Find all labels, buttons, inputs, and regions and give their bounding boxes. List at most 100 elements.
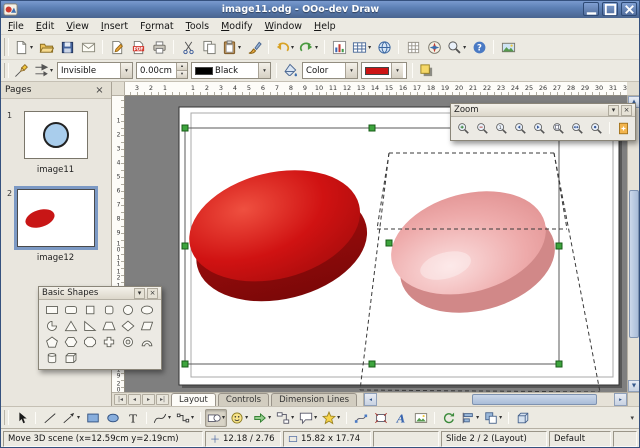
hyperlink-button[interactable]: [374, 37, 394, 57]
toolbar-grip[interactable]: [4, 410, 9, 425]
shadow-button[interactable]: [417, 62, 436, 80]
chevron-down-icon[interactable]: ▾: [258, 63, 270, 78]
tab-layout[interactable]: Layout: [171, 393, 216, 406]
menu-modify[interactable]: Modify: [215, 20, 259, 33]
zoom-page-button[interactable]: [549, 119, 567, 137]
arrow-style-button[interactable]: ▾: [32, 62, 55, 80]
format-paintbrush-button[interactable]: [244, 37, 264, 57]
undo-button[interactable]: ▾: [273, 37, 296, 57]
fontwork-button[interactable]: A: [391, 409, 410, 427]
menu-help[interactable]: Help: [308, 20, 342, 33]
line-color-select[interactable]: Black ▾: [191, 62, 271, 79]
palette-menu-icon[interactable]: ▾: [608, 105, 619, 116]
page-style[interactable]: Default: [549, 431, 611, 447]
arrow-button[interactable]: ▾: [60, 409, 82, 427]
tab-nav-next[interactable]: ▸: [142, 394, 155, 405]
menu-insert[interactable]: Insert: [95, 20, 134, 33]
tab-dimension-lines[interactable]: Dimension Lines: [271, 393, 357, 406]
toolbar-grip[interactable]: [4, 38, 9, 56]
shape-rectangle[interactable]: [42, 302, 61, 318]
zoom-next-button[interactable]: [530, 119, 548, 137]
shape-rounded-square[interactable]: [99, 302, 118, 318]
zoom-page-width-button[interactable]: [568, 119, 586, 137]
zoom-in-button[interactable]: [454, 119, 472, 137]
edit-file-button[interactable]: [107, 37, 127, 57]
navigator-button[interactable]: [424, 37, 444, 57]
rectangle-button[interactable]: [83, 409, 102, 427]
minimize-button[interactable]: [583, 2, 599, 16]
arrange-button[interactable]: ▾: [482, 409, 504, 427]
chevron-down-icon[interactable]: ▾: [120, 63, 132, 78]
print-button[interactable]: [149, 37, 169, 57]
stars-button[interactable]: ▾: [320, 409, 342, 427]
shape-trapezoid[interactable]: [99, 318, 118, 334]
help-button[interactable]: ?: [469, 37, 489, 57]
zoom-palette-titlebar[interactable]: Zoom ▾ ×: [451, 104, 635, 117]
shape-ring[interactable]: [118, 334, 137, 350]
curve-button[interactable]: ▾: [151, 409, 173, 427]
gallery-button[interactable]: [498, 37, 518, 57]
pages-panel-close-icon[interactable]: ×: [93, 84, 106, 97]
cut-button[interactable]: [178, 37, 198, 57]
palette-close-icon[interactable]: ×: [621, 105, 632, 116]
close-button[interactable]: [621, 2, 637, 16]
rotate-button[interactable]: [439, 409, 458, 427]
menu-file[interactable]: File: [2, 20, 30, 33]
tab-nav-previous[interactable]: ◂: [128, 394, 141, 405]
horizontal-ruler[interactable]: 4321123456789101112131415161718192021222…: [125, 82, 627, 96]
zoom-100-button[interactable]: 1: [492, 119, 510, 137]
toolbar-overflow-icon[interactable]: ▾: [626, 414, 638, 422]
maximize-button[interactable]: [602, 2, 618, 16]
line-style-select[interactable]: Invisible ▾: [57, 62, 133, 79]
slide-indicator[interactable]: Slide 2 / 2 (Layout): [441, 431, 547, 447]
shape-ellipse[interactable]: [137, 302, 156, 318]
page-thumbnail-image11[interactable]: 1image11: [0, 105, 111, 183]
basic-shapes-palette-titlebar[interactable]: Basic Shapes ▾ ×: [39, 287, 161, 300]
glue-points-button[interactable]: [371, 409, 390, 427]
save-button[interactable]: [57, 37, 77, 57]
chart-button[interactable]: [329, 37, 349, 57]
export-pdf-button[interactable]: PDF: [128, 37, 148, 57]
horizontal-scrollbar[interactable]: ◂ ▸: [363, 393, 627, 406]
page-thumbnail-image12[interactable]: 2image12: [0, 183, 111, 271]
area-dialog-button[interactable]: [281, 62, 300, 80]
connector-button[interactable]: ▾: [174, 409, 196, 427]
line-width-input[interactable]: 0.00cm ▴▾: [136, 62, 188, 79]
chevron-down-icon[interactable]: ▾: [345, 63, 357, 78]
zoom-optimal-button[interactable]: [587, 119, 605, 137]
shape-circle[interactable]: [118, 302, 137, 318]
open-button[interactable]: [36, 37, 56, 57]
tab-nav-first[interactable]: |◂: [114, 394, 127, 405]
shape-right-triangle[interactable]: [80, 318, 99, 334]
app-icon[interactable]: [3, 2, 18, 17]
paste-button[interactable]: ▾: [220, 37, 243, 57]
display-grid-button[interactable]: [403, 37, 423, 57]
menu-edit[interactable]: Edit: [30, 20, 60, 33]
shape-octagon[interactable]: [80, 334, 99, 350]
shape-cross[interactable]: [99, 334, 118, 350]
chevron-down-icon[interactable]: ▾: [391, 63, 403, 78]
spin-up-icon[interactable]: ▴: [177, 63, 187, 70]
block-arrows-button[interactable]: ▾: [251, 409, 273, 427]
shape-cylinder[interactable]: [42, 350, 61, 366]
email-button[interactable]: [78, 37, 98, 57]
menu-tools[interactable]: Tools: [180, 20, 215, 33]
tab-controls[interactable]: Controls: [218, 393, 269, 406]
flowchart-button[interactable]: ▾: [274, 409, 296, 427]
shape-circle-pie[interactable]: [42, 318, 61, 334]
menu-window[interactable]: Window: [259, 20, 308, 33]
redo-button[interactable]: ▾: [297, 37, 320, 57]
menu-format[interactable]: Format: [134, 20, 180, 33]
select-button[interactable]: [12, 409, 31, 427]
horizontal-scroll-thumb[interactable]: [472, 394, 597, 405]
vertical-scroll-thumb[interactable]: [629, 190, 639, 338]
spin-down-icon[interactable]: ▾: [177, 70, 187, 78]
zoom-previous-button[interactable]: [511, 119, 529, 137]
shift-button[interactable]: [614, 119, 632, 137]
tab-nav-last[interactable]: ▸|: [156, 394, 169, 405]
shape-block-arc[interactable]: [137, 334, 156, 350]
line-button[interactable]: [40, 409, 59, 427]
palette-close-icon[interactable]: ×: [147, 288, 158, 299]
scroll-left-icon[interactable]: ◂: [364, 393, 377, 406]
shape-pentagon[interactable]: [42, 334, 61, 350]
